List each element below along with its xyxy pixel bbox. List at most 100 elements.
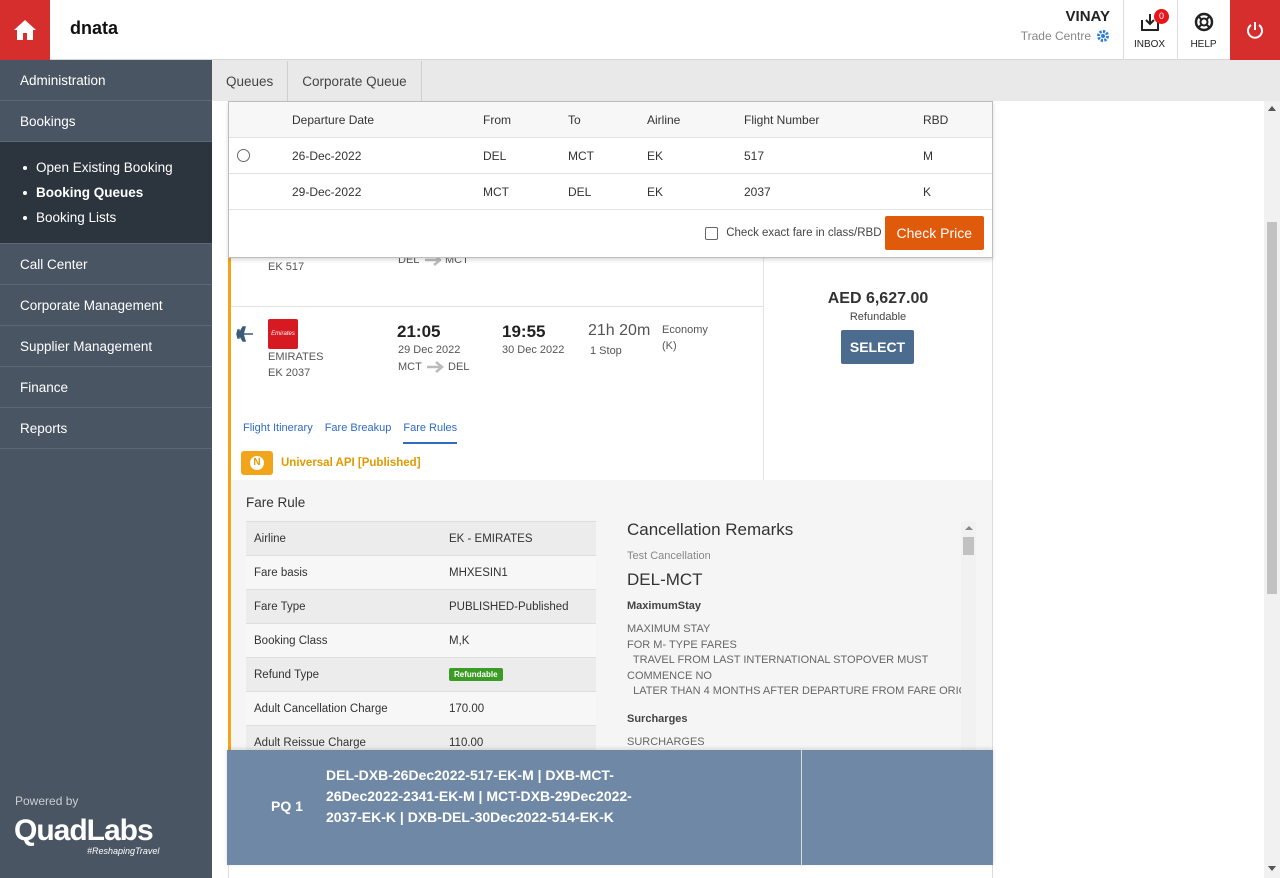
sidebar-subitem-open-existing-booking[interactable]: Open Existing Booking [0, 155, 212, 180]
fare-rule-table: Airline EK - EMIRATES Fare basis MHXESIN1 … [246, 521, 596, 759]
sidebar-item-call-center[interactable]: Call Center [0, 244, 212, 285]
segment-divider [231, 306, 763, 307]
check-price-button[interactable]: Check Price [884, 216, 984, 250]
scroll-down-arrow-icon[interactable] [1268, 866, 1276, 871]
stops-count: 1 Stop [590, 345, 622, 357]
tab-fare-breakup[interactable]: Fare Breakup [325, 422, 392, 444]
cell-rbd: K [923, 185, 932, 199]
logout-button[interactable] [1230, 0, 1280, 60]
flight-selection-popup: Departure Date From To Airline Flight Nu… [228, 101, 993, 258]
cell-flight-number: 2037 [744, 185, 771, 199]
rule-key: Fare Type [254, 601, 306, 613]
tab-queues[interactable]: Queues [212, 61, 289, 101]
sidebar-subitem-booking-lists[interactable]: Booking Lists [0, 205, 212, 230]
fare-detail-tabs: Flight Itinerary Fare Breakup Fare Rules [243, 422, 458, 444]
rule-value: 170.00 [449, 703, 485, 715]
remarks-scroll-up-icon[interactable] [965, 526, 973, 530]
rule-key: Refund Type [254, 669, 320, 681]
sidebar-item-administration[interactable]: Administration [0, 60, 212, 101]
home-button[interactable] [0, 0, 50, 60]
brand-name: dnata [70, 18, 119, 38]
refund-status: Refundable [849, 311, 907, 323]
quadlabs-logo: QuadLabs [14, 814, 154, 847]
rule-value: MHXESIN1 [449, 567, 508, 579]
airline-name: EMIRATES [268, 351, 324, 363]
remarks-scrollbar-thumb[interactable] [963, 537, 974, 555]
home-icon [14, 20, 36, 40]
remarks-heading-maximumstay: MaximumStay [627, 600, 701, 612]
quadlabs-tagline: #ReshapingTravel [87, 846, 160, 856]
inbox-label: INBOX [1133, 39, 1166, 50]
sidebar-subitem-booking-queues[interactable]: Booking Queues [0, 180, 212, 205]
powered-by-label: Powered by [15, 794, 79, 808]
arrow-right-icon [427, 361, 444, 373]
tab-corporate-queue[interactable]: Corporate Queue [288, 61, 422, 101]
table-header-row: Departure Date From To Airline Flight Nu… [229, 102, 992, 138]
sidebar-item-bookings[interactable]: Bookings [0, 101, 212, 142]
cabin-class: Economy [662, 324, 708, 336]
help-button[interactable]: HELP [1177, 0, 1229, 60]
exact-fare-label: Check exact fare in class/RBD [726, 227, 882, 239]
power-icon [1247, 22, 1263, 39]
queue-tabs: Queues Corporate Queue [212, 61, 422, 101]
column-header: RBD [923, 113, 949, 127]
fare-rule-title: Fare Rule [246, 495, 306, 510]
price-quote-bar: PQ 1 DEL-DXB-26Dec2022-517-EK-M | DXB-MC… [227, 750, 993, 865]
table-row: Booking Class M,K [246, 623, 596, 657]
departure-time: 21:05 [397, 322, 441, 341]
exact-fare-checkbox[interactable] [705, 226, 719, 240]
remarks-subtitle: Test Cancellation [627, 550, 711, 562]
fare-price: AED 6,627.00 [827, 290, 929, 307]
inbox-count-badge: 0 [1154, 9, 1169, 24]
cell-from: DEL [483, 149, 507, 163]
supplier-name: Universal API [Published] [281, 457, 421, 469]
remarks-body-maximumstay: MAXIMUM STAY FOR M- TYPE FARES TRAVEL FR… [627, 623, 962, 697]
rule-key: Fare basis [254, 567, 308, 579]
rule-key: Airline [254, 533, 286, 545]
remarks-heading-surcharges: Surcharges [627, 712, 688, 725]
inbox-button[interactable]: 0 INBOX [1123, 0, 1175, 60]
sidebar-subitem-label: Open Existing Booking [36, 160, 173, 175]
remarks-body-surcharges: SURCHARGES [627, 735, 705, 748]
refundable-badge: Refundable [449, 668, 503, 681]
gear-icon[interactable] [1096, 29, 1110, 43]
segment2-flight-number: EK 2037 [268, 367, 311, 379]
sidebar-item-corporate-management[interactable]: Corporate Management [0, 285, 212, 326]
segment2-route-from: MCT [398, 361, 422, 373]
bookings-submenu: Open Existing Booking Booking Queues Boo… [0, 142, 212, 244]
cell-rbd: M [923, 149, 933, 163]
booking-class: (K) [662, 340, 677, 352]
page-scrollbar-thumb[interactable] [1267, 222, 1277, 594]
check-price-area: Check exact fare in class/RBD Check Pric… [705, 216, 984, 250]
remarks-scrollbar[interactable] [961, 521, 976, 750]
table-row: Airline EK - EMIRATES [246, 521, 596, 555]
sidebar-item-reports[interactable]: Reports [0, 408, 212, 449]
cell-departure-date: 29-Dec-2022 [292, 185, 362, 199]
arrival-date: 30 Dec 2022 [502, 344, 565, 356]
table-row: 29-Dec-2022 MCT DEL EK 2037 K [229, 174, 992, 210]
departure-date: 29 Dec 2022 [398, 344, 461, 356]
user-menu[interactable]: VINAY Trade Centre [1021, 8, 1110, 43]
column-header: From [483, 113, 511, 127]
tab-fare-rules[interactable]: Fare Rules [403, 422, 458, 444]
scroll-up-arrow-icon[interactable] [1268, 106, 1276, 111]
pq-divider [801, 750, 802, 865]
segment2-route-to: DEL [448, 361, 470, 373]
sidebar-item-supplier-management[interactable]: Supplier Management [0, 326, 212, 367]
tab-flight-itinerary[interactable]: Flight Itinerary [243, 422, 313, 444]
select-button[interactable]: SELECT [841, 330, 914, 364]
lifebuoy-icon [1194, 12, 1213, 32]
sidebar-item-finance[interactable]: Finance [0, 367, 212, 408]
flight-duration: 21h 20m [588, 322, 651, 339]
pq-label: PQ 1 [271, 798, 303, 814]
cell-to: DEL [568, 185, 592, 199]
supplier-icon-letter: N [250, 456, 264, 470]
column-header: Departure Date [292, 113, 375, 127]
pq-itinerary: DEL-DXB-26Dec2022-517-EK-M | DXB-MCT-26D… [326, 767, 632, 825]
table-row: Adult Cancellation Charge 170.00 [246, 691, 596, 725]
column-header: Flight Number [744, 113, 820, 127]
remarks-title: Cancellation Remarks [627, 520, 794, 539]
flight-radio[interactable] [237, 149, 250, 162]
arrival-time: 19:55 [502, 322, 546, 341]
rule-key: Adult Cancellation Charge [254, 703, 388, 715]
